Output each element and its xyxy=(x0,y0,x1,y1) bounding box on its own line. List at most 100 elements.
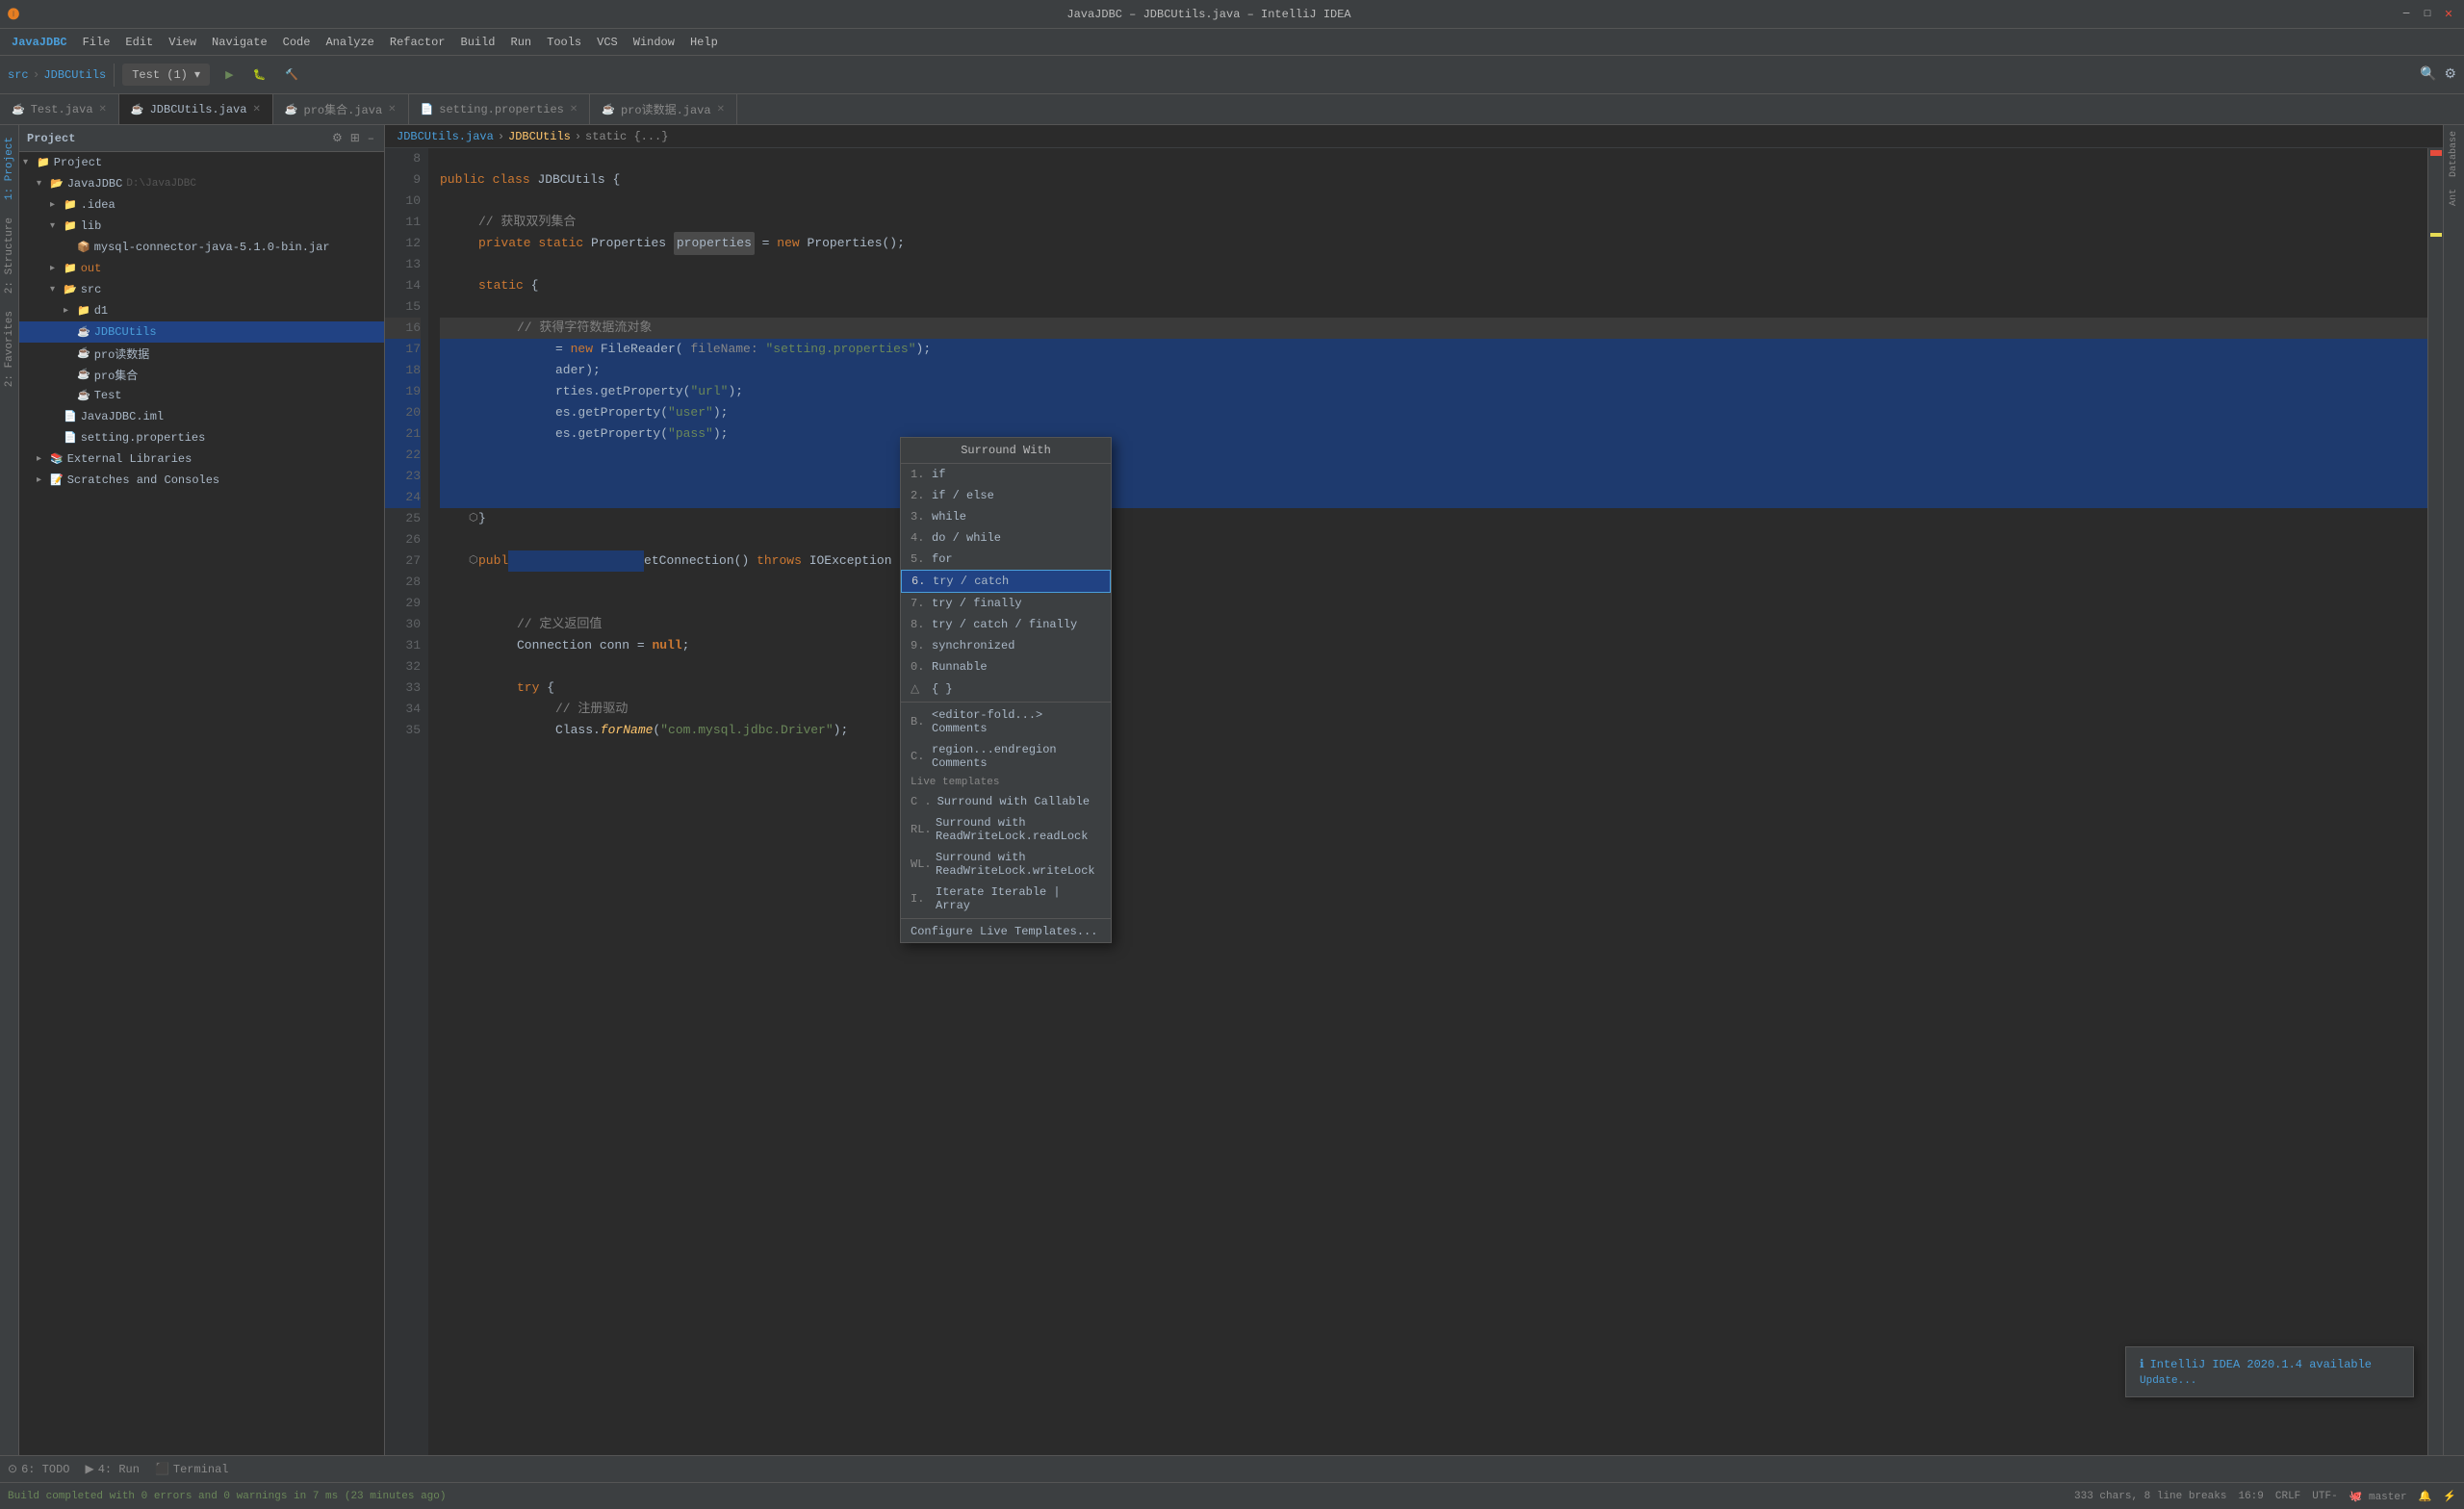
breadcrumb-class[interactable]: JDBCUtils xyxy=(43,68,106,82)
debug-button[interactable]: 🐛 xyxy=(245,64,274,86)
build-button[interactable]: 🔨 xyxy=(277,64,306,86)
vcs-branch: 🐙 master xyxy=(2349,1490,2407,1503)
popup-item-editor-fold[interactable]: B. <editor-fold...> Comments xyxy=(901,704,1111,739)
tree-item-project[interactable]: ▾ 📁 Project xyxy=(19,152,384,173)
iml-icon: 📄 xyxy=(64,410,77,423)
tree-item-jdbcutils[interactable]: ▸ ☕ JDBCUtils xyxy=(19,321,384,343)
popup-item-region[interactable]: C. region...endregion Comments xyxy=(901,739,1111,774)
popup-item-iterate[interactable]: I. Iterate Iterable | Array xyxy=(901,882,1111,916)
power-icon[interactable]: ⚡ xyxy=(2443,1490,2456,1503)
tab-jdbcutils-java[interactable]: ☕ JDBCUtils.java ✕ xyxy=(119,94,273,124)
menu-run[interactable]: Run xyxy=(503,32,540,53)
menu-code[interactable]: Code xyxy=(275,32,319,53)
line-ending[interactable]: CRLF xyxy=(2275,1491,2300,1502)
run-button[interactable]: ▶ xyxy=(218,64,241,86)
menu-analyze[interactable]: Analyze xyxy=(318,32,381,53)
tree-item-out[interactable]: ▸ 📁 out xyxy=(19,258,384,279)
tree-item-test[interactable]: ▸ ☕ Test xyxy=(19,385,384,406)
popup-item-try-finally[interactable]: 7. try / finally xyxy=(901,593,1111,614)
code-line-19: rties.getProperty("url"); xyxy=(440,381,2443,402)
popup-item-if-else[interactable]: 2. if / else xyxy=(901,485,1111,506)
menu-refactor[interactable]: Refactor xyxy=(382,32,453,53)
menu-file[interactable]: File xyxy=(75,32,118,53)
tab-pro-collection[interactable]: ☕ pro集合.java ✕ xyxy=(273,94,409,124)
tree-item-d1[interactable]: ▸ 📁 d1 xyxy=(19,300,384,321)
panel-close-icon[interactable]: – xyxy=(366,130,376,147)
popup-item-do-while[interactable]: 4. do / while xyxy=(901,527,1111,549)
database-icon[interactable]: Database xyxy=(2447,125,2461,183)
maximize-button[interactable]: □ xyxy=(2420,7,2435,22)
popup-item-writelock[interactable]: WL. Surround with ReadWriteLock.writeLoc… xyxy=(901,847,1111,882)
tree-item-pro-collection[interactable]: ▸ ☕ pro集合 xyxy=(19,364,384,385)
popup-item-callable[interactable]: C . Surround with Callable xyxy=(901,791,1111,812)
minimize-button[interactable]: ─ xyxy=(2399,7,2414,22)
tree-item-javajdbc[interactable]: ▾ 📂 JavaJDBC D:\JavaJDBC xyxy=(19,173,384,194)
ant-icon[interactable]: Ant xyxy=(2447,183,2461,212)
tab-close-icon[interactable]: ✕ xyxy=(252,104,260,115)
tree-item-idea[interactable]: ▸ 📁 .idea xyxy=(19,194,384,216)
tree-label: pro读数据 xyxy=(94,345,150,362)
tab-pro-data[interactable]: ☕ pro读数据.java ✕ xyxy=(590,94,737,124)
code-line-34: // 注册驱动 xyxy=(440,699,2443,720)
menu-view[interactable]: View xyxy=(161,32,204,53)
menu-help[interactable]: Help xyxy=(682,32,726,53)
tab-close-icon[interactable]: ✕ xyxy=(570,104,578,115)
code-line-29 xyxy=(440,593,2443,614)
popup-item-synchronized[interactable]: 9. synchronized xyxy=(901,635,1111,656)
tree-item-pro-data[interactable]: ▸ ☕ pro读数据 xyxy=(19,343,384,364)
menu-build[interactable]: Build xyxy=(453,32,503,53)
popup-item-runnable[interactable]: 0. Runnable xyxy=(901,656,1111,678)
popup-item-if[interactable]: 1. if xyxy=(901,464,1111,485)
notification-header: ℹ IntelliJ IDEA 2020.1.4 available xyxy=(2140,1357,2400,1371)
build-message: Build completed with 0 errors and 0 warn… xyxy=(8,1491,446,1502)
tree-item-mysql-jar[interactable]: ▸ 📦 mysql-connector-java-5.1.0-bin.jar xyxy=(19,237,384,258)
todo-panel[interactable]: ⊙ 6: TODO xyxy=(8,1462,69,1476)
tree-arrow: ▸ xyxy=(37,474,50,486)
tree-item-scratches[interactable]: ▸ 📝 Scratches and Consoles xyxy=(19,470,384,491)
panel-expand-icon[interactable]: ⊞ xyxy=(348,129,362,147)
menu-navigate[interactable]: Navigate xyxy=(204,32,275,53)
popup-item-braces[interactable]: △ { } xyxy=(901,678,1111,700)
close-button[interactable]: ✕ xyxy=(2441,7,2456,22)
tab-close-icon[interactable]: ✕ xyxy=(717,104,725,115)
breadcrumb-src[interactable]: src xyxy=(8,68,29,82)
tree-item-ext-libs[interactable]: ▸ 📚 External Libraries xyxy=(19,448,384,470)
tab-label: setting.properties xyxy=(439,103,564,116)
popup-item-readlock[interactable]: RL. Surround with ReadWriteLock.readLock xyxy=(901,812,1111,847)
sidebar-project-icon[interactable]: 1: Project xyxy=(2,129,17,208)
tab-setting-properties[interactable]: 📄 setting.properties ✕ xyxy=(409,94,591,124)
tab-test-java[interactable]: ☕ Test.java ✕ xyxy=(0,94,119,124)
encoding[interactable]: UTF- xyxy=(2312,1491,2337,1502)
tree-item-lib[interactable]: ▾ 📁 lib xyxy=(19,216,384,237)
tree-item-src[interactable]: ▾ 📂 src xyxy=(19,279,384,300)
popup-item-for[interactable]: 5. for xyxy=(901,549,1111,570)
menu-tools[interactable]: Tools xyxy=(539,32,589,53)
run-panel[interactable]: ▶ 4: Run xyxy=(85,1462,139,1476)
tree-item-setting[interactable]: ▸ 📄 setting.properties xyxy=(19,427,384,448)
update-link[interactable]: Update... xyxy=(2140,1375,2196,1387)
editor-content[interactable]: 8 9 10 11 12 13 14 15 16 17 18 19 20 21 … xyxy=(385,148,2443,1455)
tree-label: mysql-connector-java-5.1.0-bin.jar xyxy=(94,241,330,254)
popup-item-configure[interactable]: Configure Live Templates... xyxy=(901,921,1111,942)
toolbar-search[interactable]: 🔍 xyxy=(2420,66,2436,83)
code-line-23 xyxy=(440,466,2443,487)
java-icon: ☕ xyxy=(131,103,144,116)
sidebar-favorites-icon[interactable]: 2: Favorites xyxy=(2,303,17,395)
panel-settings-icon[interactable]: ⚙ xyxy=(330,129,345,147)
menu-window[interactable]: Window xyxy=(626,32,682,53)
tab-close-icon[interactable]: ✕ xyxy=(388,104,396,115)
toolbar-settings[interactable]: ⚙ xyxy=(2444,66,2456,83)
sidebar-structure-icon[interactable]: 2: Structure xyxy=(2,210,17,301)
menu-edit[interactable]: Edit xyxy=(117,32,161,53)
notifications-icon[interactable]: 🔔 xyxy=(2419,1490,2432,1503)
popup-item-while[interactable]: 3. while xyxy=(901,506,1111,527)
menu-vcs[interactable]: VCS xyxy=(589,32,626,53)
popup-item-try-catch-finally[interactable]: 8. try / catch / finally xyxy=(901,614,1111,635)
popup-item-try-catch[interactable]: 6. try / catch xyxy=(901,570,1111,593)
tab-close-icon[interactable]: ✕ xyxy=(99,104,107,115)
run-config-selector[interactable]: Test (1) ▾ xyxy=(122,64,210,86)
terminal-panel[interactable]: ⬛ Terminal xyxy=(155,1462,229,1476)
code-area[interactable]: public class JDBCUtils { // 获取双列集合 priva… xyxy=(428,148,2443,1455)
tree-item-iml[interactable]: ▸ 📄 JavaJDBC.iml xyxy=(19,406,384,427)
item-label: Surround with ReadWriteLock.writeLock xyxy=(936,851,1101,878)
